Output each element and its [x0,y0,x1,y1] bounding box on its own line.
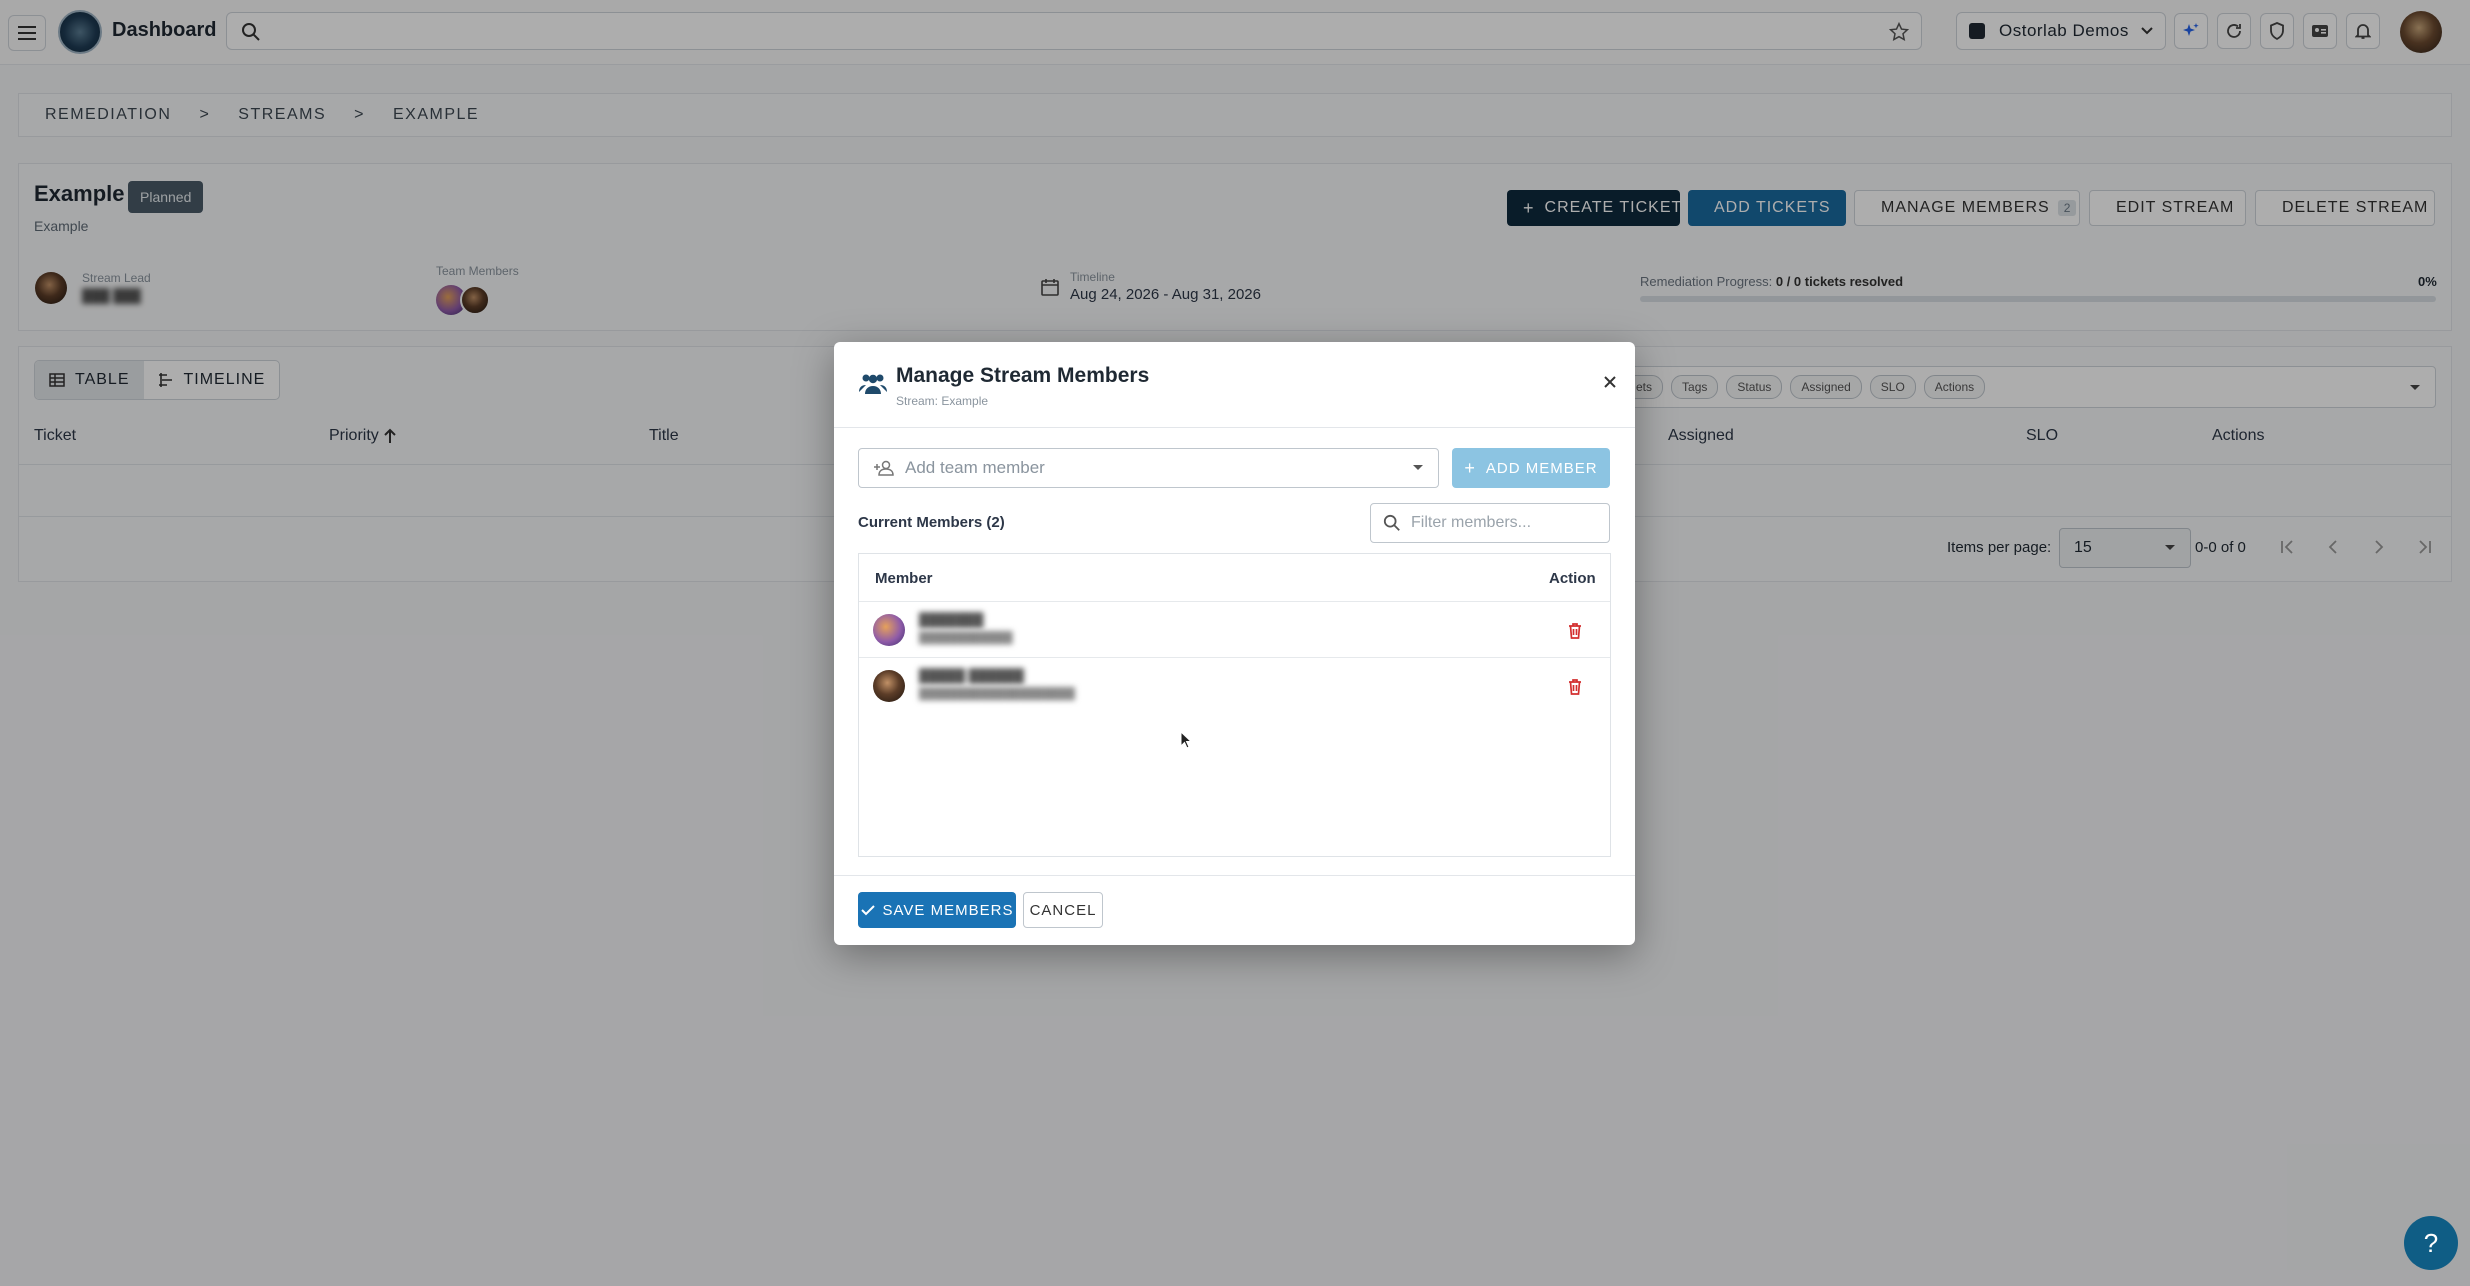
member-name: █████ ██████ [919,668,1024,683]
save-members-button[interactable]: SAVE MEMBERS [858,892,1016,928]
remove-member-button[interactable] [1565,620,1585,640]
search-icon [1383,514,1400,531]
close-icon [1604,376,1616,388]
remove-member-button[interactable] [1565,676,1585,696]
add-person-icon [874,460,894,476]
member-email: ████████████████████ [919,688,1075,700]
member-avatar [873,670,905,702]
manage-members-dialog: Manage Stream Members Stream: Example Ad… [834,342,1635,945]
member-email: ████████████ [919,632,1013,644]
filter-placeholder: Filter members... [1411,514,1532,531]
filter-members-input[interactable]: Filter members... [1370,503,1610,543]
dialog-divider [834,427,1635,428]
people-icon [859,374,887,394]
dialog-title: Manage Stream Members [896,364,1150,387]
cancel-button[interactable]: CANCEL [1023,892,1103,928]
members-table: Member Action ███████ ████████████ █████… [858,553,1611,857]
add-member-placeholder: Add team member [905,458,1045,477]
help-button[interactable]: ? [2404,1216,2458,1270]
add-team-member-select[interactable]: Add team member [858,448,1439,488]
current-members-heading: Current Members (2) [858,514,1005,531]
plus-icon: + [1464,457,1476,478]
trash-icon [1569,678,1581,695]
column-header-member: Member [875,570,933,587]
caret-down-icon [1413,465,1423,470]
column-header-action: Action [1549,570,1596,587]
mouse-cursor-icon [1180,731,1192,749]
table-row: ███████ ████████████ [859,601,1610,658]
trash-icon [1569,622,1581,639]
member-name: ███████ [919,612,984,627]
dialog-divider [834,875,1635,876]
member-avatar [873,614,905,646]
close-button[interactable] [1598,370,1622,394]
dialog-subtitle: Stream: Example [896,394,989,408]
add-member-button[interactable]: + ADD MEMBER [1452,448,1610,488]
check-icon [860,905,875,916]
table-row: █████ ██████ ████████████████████ [859,657,1610,714]
